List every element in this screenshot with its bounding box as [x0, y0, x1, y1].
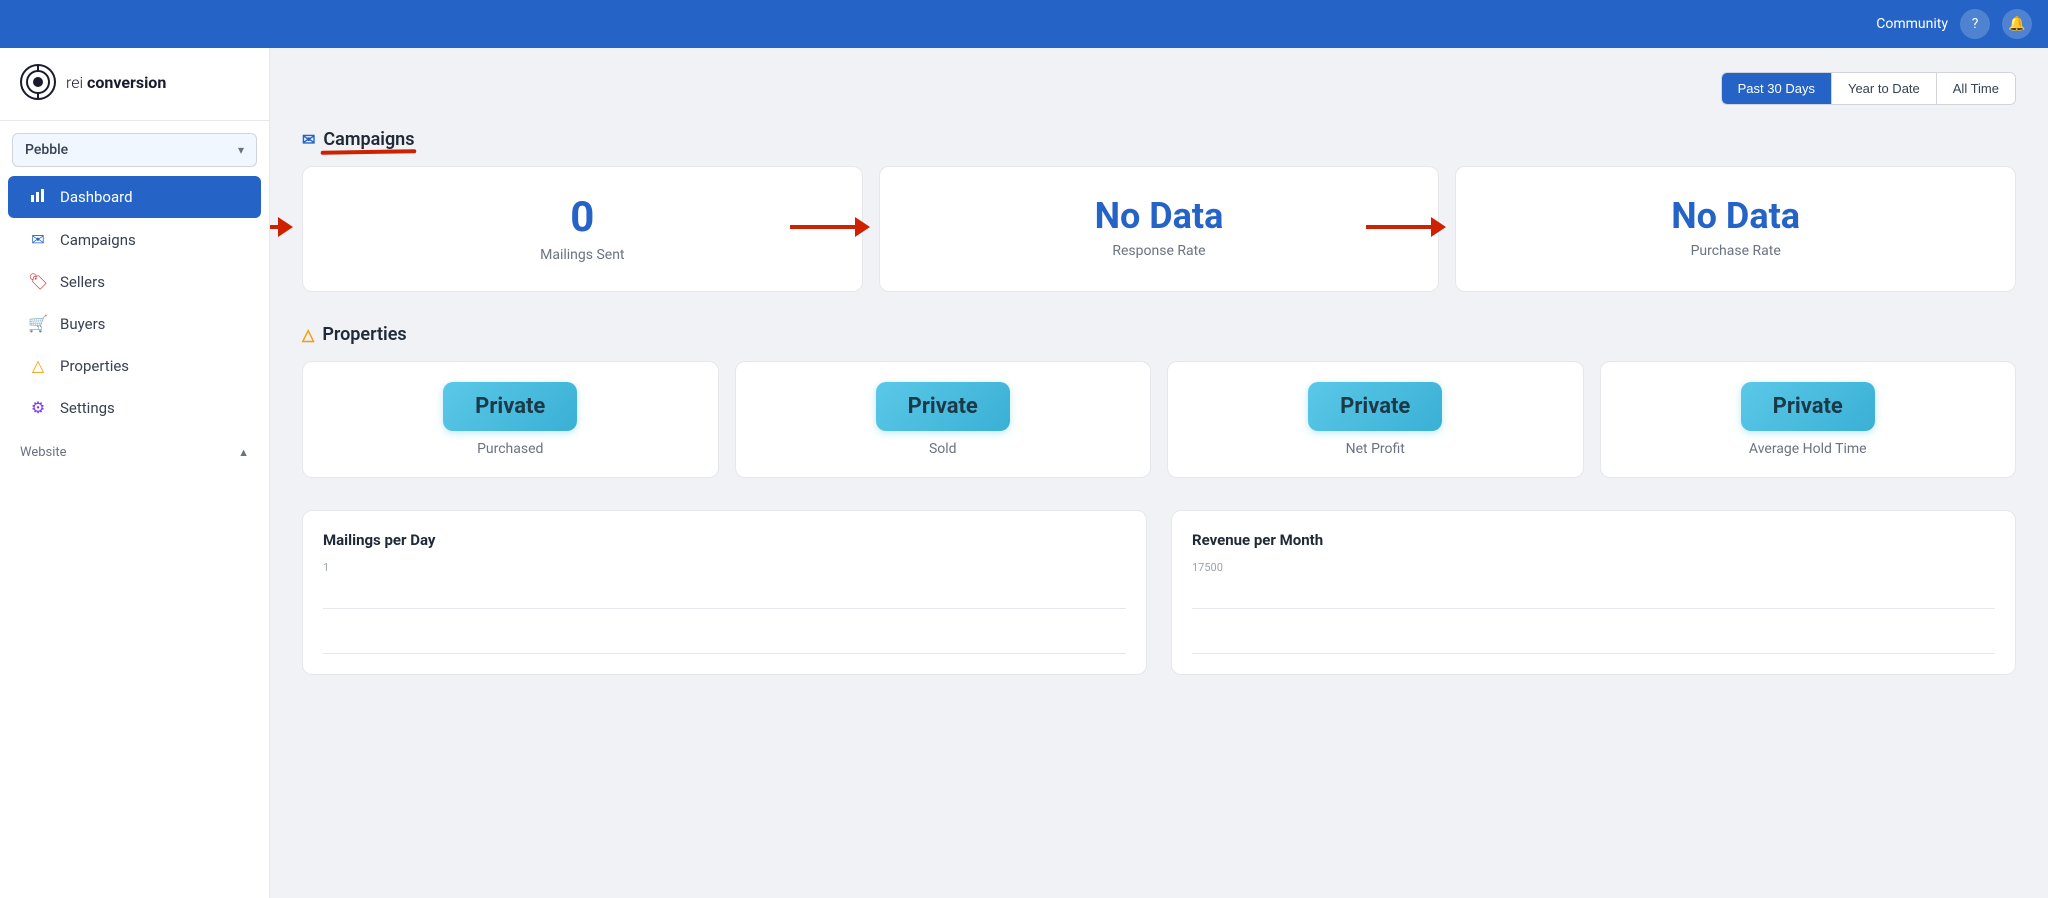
sidebar-item-sellers-label: Sellers	[60, 273, 105, 291]
sidebar-item-settings[interactable]: ⚙ Settings	[8, 387, 261, 428]
charts-grid: Mailings per Day 1 Revenue per Month 175…	[302, 510, 2016, 675]
sidebar-item-dashboard-label: Dashboard	[60, 188, 133, 206]
purchased-label: Purchased	[323, 441, 698, 457]
workspace-name: Pebble	[25, 142, 68, 158]
net-profit-badge: Private	[1308, 382, 1442, 431]
gear-icon: ⚙	[28, 398, 48, 417]
revenue-yaxis: 17500	[1192, 561, 1995, 574]
purchased-badge: Private	[443, 382, 577, 431]
sold-label: Sold	[756, 441, 1131, 457]
purchase-rate-value: No Data	[1476, 195, 1995, 237]
year-to-date-button[interactable]: Year to Date	[1832, 73, 1937, 104]
response-rate-card: No Data Response Rate	[879, 166, 1440, 292]
mailings-per-day-title: Mailings per Day	[323, 531, 1126, 549]
sidebar-item-campaigns[interactable]: ✉ Campaigns	[8, 219, 261, 260]
sidebar-nav: Dashboard ✉ Campaigns 🏷 Sellers 🛒 Buyers…	[0, 175, 269, 429]
all-time-button[interactable]: All Time	[1937, 73, 2015, 104]
purchase-rate-card: No Data Purchase Rate	[1455, 166, 2016, 292]
properties-cards: Private Purchased Private Sold Private N…	[302, 361, 2016, 478]
tag-icon: 🏷	[28, 272, 48, 291]
response-rate-label: Response Rate	[900, 243, 1419, 259]
net-profit-card: Private Net Profit	[1167, 361, 1584, 478]
campaigns-title-text: Campaigns	[323, 129, 414, 150]
sidebar-item-properties[interactable]: △ Properties	[8, 345, 261, 386]
revenue-per-month-chart: Revenue per Month 17500	[1171, 510, 2016, 675]
campaigns-section-title: ✉ Campaigns	[302, 129, 2016, 150]
bar-chart-icon	[28, 187, 48, 207]
notifications-button[interactable]: 🔔	[2002, 9, 2032, 39]
sidebar-item-buyers[interactable]: 🛒 Buyers	[8, 303, 261, 344]
mailings-chart-area	[323, 574, 1126, 654]
cart-icon: 🛒	[28, 314, 48, 333]
help-button[interactable]: ?	[1960, 9, 1990, 39]
logo-light: rei	[66, 73, 87, 92]
red-arrow-1	[270, 212, 293, 242]
campaigns-mail-icon: ✉	[302, 130, 315, 149]
time-filter-group: Past 30 Days Year to Date All Time	[1721, 72, 2016, 105]
logo: rei conversion	[0, 64, 269, 121]
sidebar: rei conversion Pebble ▾ Dashboard ✉ Camp…	[0, 48, 270, 898]
top-bar: Community ? 🔔	[0, 0, 2048, 48]
hold-time-card: Private Average Hold Time	[1600, 361, 2017, 478]
revenue-per-month-title: Revenue per Month	[1192, 531, 1995, 549]
logo-text: rei conversion	[66, 73, 166, 92]
website-section[interactable]: Website ▲	[0, 429, 269, 466]
mailings-sent-value: 0	[323, 195, 842, 241]
sidebar-item-settings-label: Settings	[60, 399, 115, 417]
triangle-icon: △	[28, 356, 48, 375]
response-rate-value: No Data	[900, 195, 1419, 237]
time-filter: Past 30 Days Year to Date All Time	[302, 72, 2016, 105]
sold-card: Private Sold	[735, 361, 1152, 478]
main-content: Past 30 Days Year to Date All Time ✉ Cam…	[270, 48, 2048, 898]
logo-icon	[20, 64, 56, 100]
mailings-per-day-chart: Mailings per Day 1	[302, 510, 1147, 675]
mail-icon: ✉	[28, 230, 48, 249]
mailings-sent-label: Mailings Sent	[323, 247, 842, 263]
hold-time-badge: Private	[1741, 382, 1875, 431]
chevron-down-icon: ▾	[238, 143, 244, 157]
purchased-card: Private Purchased	[302, 361, 719, 478]
purchase-rate-label: Purchase Rate	[1476, 243, 1995, 259]
red-arrow-3	[1366, 212, 1446, 242]
hold-time-label: Average Hold Time	[1621, 441, 1996, 457]
campaigns-cards: 0 Mailings Sent No Data Response Rate	[302, 166, 2016, 292]
sold-badge: Private	[876, 382, 1010, 431]
properties-section-title: △ Properties	[302, 324, 2016, 345]
sidebar-item-sellers[interactable]: 🏷 Sellers	[8, 261, 261, 302]
revenue-chart-area	[1192, 574, 1995, 654]
properties-triangle-icon: △	[302, 325, 314, 344]
mailings-yaxis: 1	[323, 561, 1126, 574]
sidebar-item-properties-label: Properties	[60, 357, 129, 375]
workspace-selector[interactable]: Pebble ▾	[12, 133, 257, 167]
logo-bold: conversion	[87, 73, 166, 92]
sidebar-item-buyers-label: Buyers	[60, 315, 105, 333]
net-profit-label: Net Profit	[1188, 441, 1563, 457]
main-layout: rei conversion Pebble ▾ Dashboard ✉ Camp…	[0, 48, 2048, 898]
properties-title-text: Properties	[322, 324, 406, 345]
community-link[interactable]: Community	[1876, 16, 1948, 32]
sidebar-item-dashboard[interactable]: Dashboard	[8, 176, 261, 218]
sidebar-item-campaigns-label: Campaigns	[60, 231, 136, 249]
website-chevron-icon: ▲	[238, 446, 249, 459]
past-30-days-button[interactable]: Past 30 Days	[1722, 73, 1832, 104]
red-arrow-2	[790, 212, 870, 242]
mailings-sent-card: 0 Mailings Sent	[302, 166, 863, 292]
